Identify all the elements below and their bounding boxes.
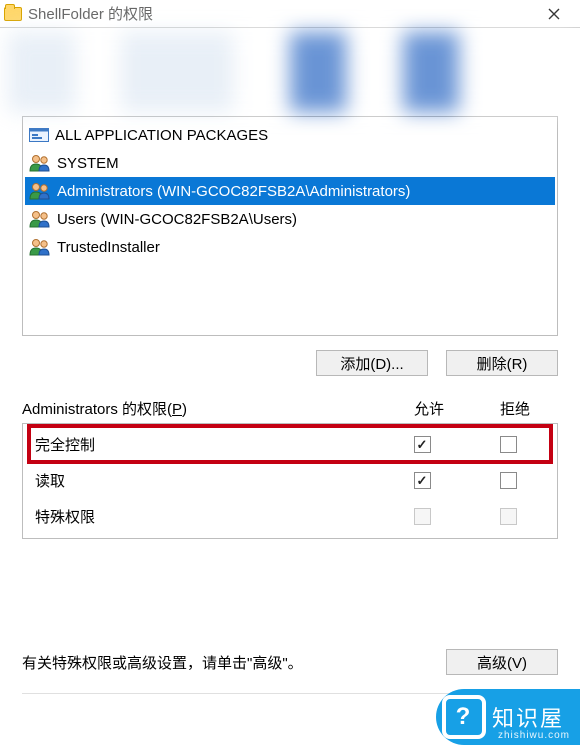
permission-name: 特殊权限 xyxy=(29,506,379,527)
principal-item[interactable]: TrustedInstaller xyxy=(25,233,555,261)
permissions-for-label: Administrators 的权限(P) xyxy=(22,398,386,419)
allow-column-header: 允许 xyxy=(386,398,472,419)
allow-checkbox[interactable] xyxy=(414,472,431,489)
principal-label: ALL APPLICATION PACKAGES xyxy=(55,127,268,144)
principal-label: Users (WIN-GCOC82FSB2A\Users) xyxy=(57,211,297,228)
deny-checkbox xyxy=(500,508,517,525)
principals-list[interactable]: ALL APPLICATION PACKAGES SYSTEM Administ… xyxy=(22,116,558,336)
allow-checkbox xyxy=(414,508,431,525)
watermark: ? 知识屋 zhishiwu.com xyxy=(436,689,580,745)
permission-row: 读取 xyxy=(29,462,551,498)
allow-checkbox[interactable] xyxy=(414,436,431,453)
obscured-region xyxy=(8,32,572,112)
principal-item[interactable]: SYSTEM xyxy=(25,149,555,177)
permissions-list: 完全控制读取特殊权限 xyxy=(22,423,558,539)
watermark-brand: 知识屋 xyxy=(492,701,564,733)
close-icon xyxy=(548,8,560,20)
deny-checkbox[interactable] xyxy=(500,436,517,453)
dialog-title: ShellFolder 的权限 xyxy=(28,3,532,24)
principal-label: SYSTEM xyxy=(57,155,119,172)
users-icon xyxy=(29,182,51,200)
titlebar: ShellFolder 的权限 xyxy=(0,0,580,28)
users-icon xyxy=(29,210,51,228)
principals-buttons: 添加(D)... 删除(R) xyxy=(22,350,558,376)
principal-item[interactable]: Administrators (WIN-GCOC82FSB2A\Administ… xyxy=(25,177,555,205)
watermark-icon: ? xyxy=(442,695,486,739)
principal-item[interactable]: Users (WIN-GCOC82FSB2A\Users) xyxy=(25,205,555,233)
users-icon xyxy=(29,238,51,256)
principal-label: TrustedInstaller xyxy=(57,239,160,256)
deny-column-header: 拒绝 xyxy=(472,398,558,419)
permission-name: 读取 xyxy=(29,470,379,491)
permission-row: 完全控制 xyxy=(29,426,551,462)
folder-icon xyxy=(4,7,22,21)
permissions-header: Administrators 的权限(P) 允许 拒绝 xyxy=(22,398,558,419)
add-button[interactable]: 添加(D)... xyxy=(316,350,428,376)
footer-text: 有关特殊权限或高级设置，请单击"高级"。 xyxy=(22,652,416,673)
users-icon xyxy=(29,154,51,172)
remove-button[interactable]: 删除(R) xyxy=(446,350,558,376)
deny-checkbox[interactable] xyxy=(500,472,517,489)
principal-label: Administrators (WIN-GCOC82FSB2A\Administ… xyxy=(57,183,410,200)
watermark-site: zhishiwu.com xyxy=(498,730,570,741)
permission-name: 完全控制 xyxy=(29,434,379,455)
advanced-button[interactable]: 高级(V) xyxy=(446,649,558,675)
principal-item[interactable]: ALL APPLICATION PACKAGES xyxy=(25,121,555,149)
package-icon xyxy=(29,127,49,143)
permission-row: 特殊权限 xyxy=(29,498,551,534)
close-button[interactable] xyxy=(532,0,576,27)
footer: 有关特殊权限或高级设置，请单击"高级"。 高级(V) xyxy=(22,649,558,675)
